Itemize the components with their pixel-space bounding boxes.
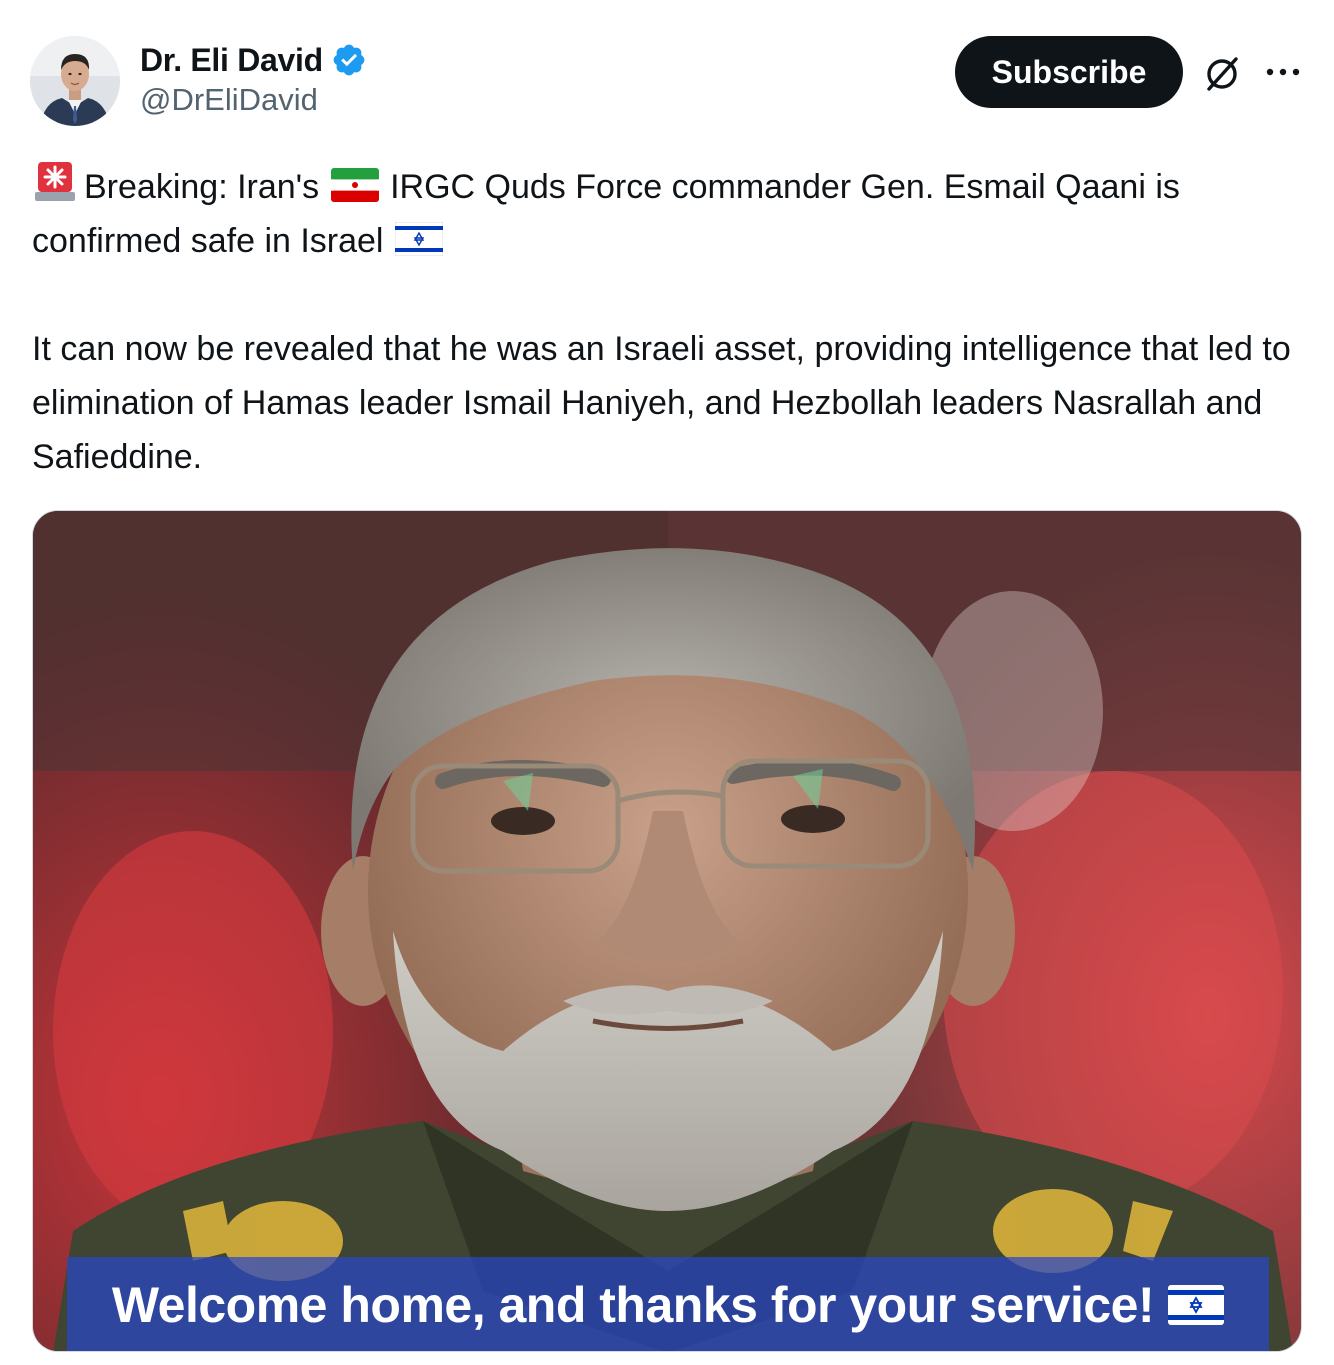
- tweet-paragraph-1: Breaking: Iran's IRGC Quds Force command…: [32, 158, 1307, 268]
- author-handle[interactable]: @DrEliDavid: [140, 82, 318, 118]
- tweet-paragraph-2: It can now be revealed that he was an Is…: [32, 330, 1291, 476]
- tweet-line1-part1: Breaking: Iran's: [84, 168, 320, 206]
- media-caption-bar: Welcome home, and thanks for your servic…: [67, 1257, 1269, 1351]
- subscribe-button[interactable]: Subscribe: [955, 36, 1183, 108]
- media-photo: [33, 511, 1301, 1351]
- tweet-text: Breaking: Iran's IRGC Quds Force command…: [32, 158, 1307, 484]
- tweet-card: Dr. Eli David @DrEliDavid Subscribe Brea…: [0, 0, 1334, 1365]
- media-caption-text: Welcome home, and thanks for your servic…: [111, 1277, 1155, 1333]
- author-avatar[interactable]: [30, 36, 120, 126]
- rotating-light-emoji-icon: [35, 162, 75, 201]
- israel-flag-caption-icon: [1168, 1285, 1225, 1325]
- tweet-media-image[interactable]: Welcome home, and thanks for your servic…: [32, 510, 1302, 1352]
- more-options-icon[interactable]: [1262, 60, 1304, 84]
- israel-flag-emoji-icon: [394, 222, 443, 256]
- grok-icon[interactable]: [1200, 52, 1244, 96]
- author-name-row[interactable]: Dr. Eli David: [140, 38, 367, 82]
- iran-flag-emoji-icon: [330, 168, 379, 202]
- author-display-name[interactable]: Dr. Eli David: [140, 42, 323, 79]
- verified-badge-icon: [333, 44, 365, 76]
